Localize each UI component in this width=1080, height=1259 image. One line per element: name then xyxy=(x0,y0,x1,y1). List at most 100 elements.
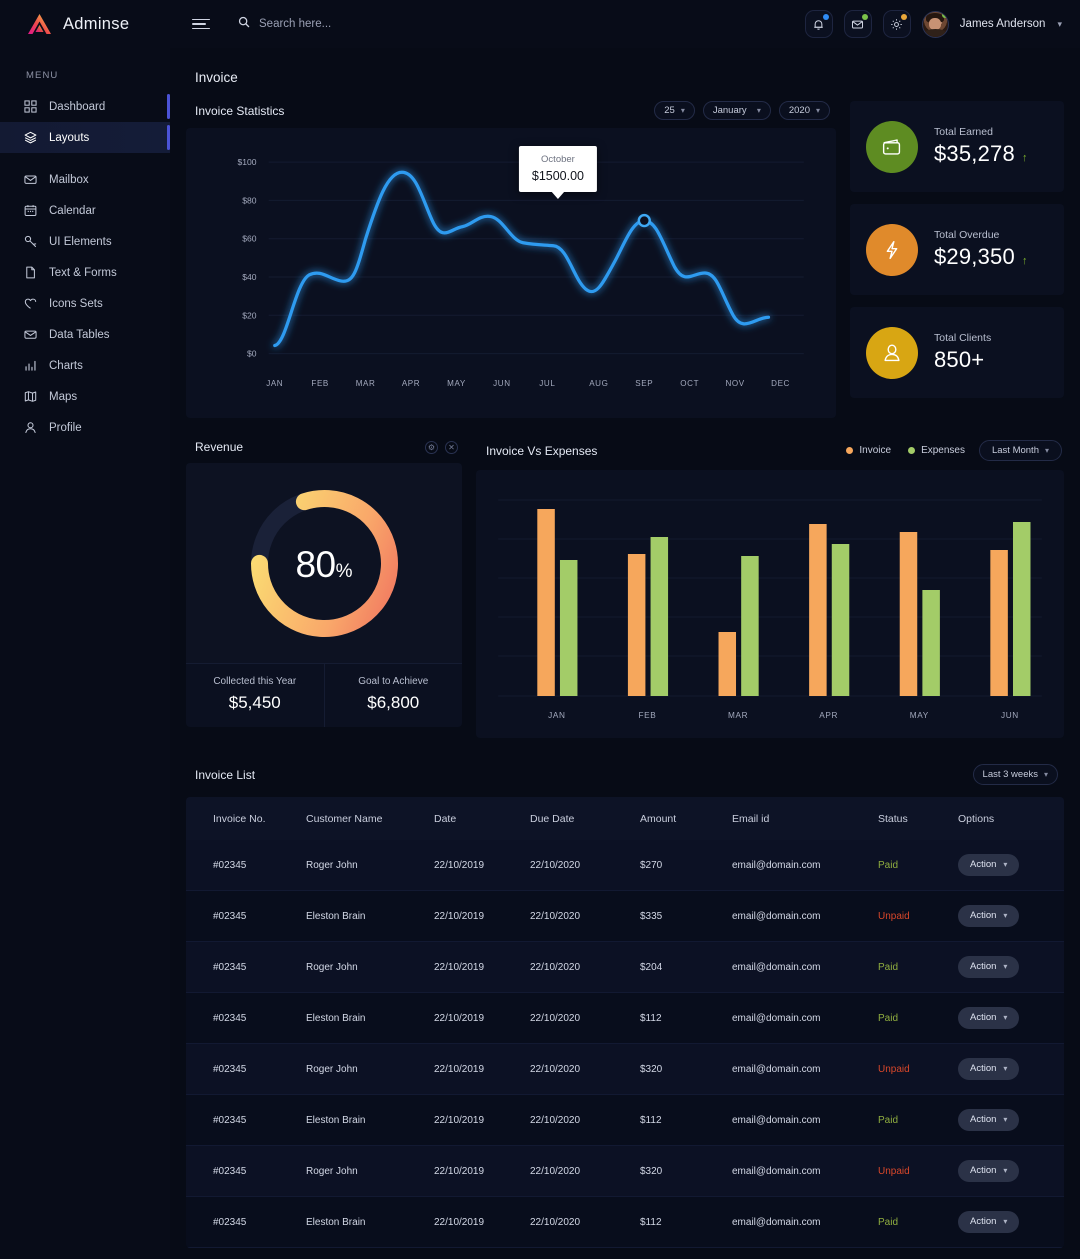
invoice-vs-expenses-section: Invoice Vs Expenses Invoice Expenses xyxy=(476,440,1064,738)
options-cell: Action▾ xyxy=(958,993,1064,1044)
wallet-icon xyxy=(866,121,918,173)
notifications-button[interactable] xyxy=(805,10,833,38)
action-button-label: Action xyxy=(970,1063,996,1074)
revenue-percent-value: 80 xyxy=(295,544,335,586)
sidebar-item-icons-sets[interactable]: Icons Sets xyxy=(0,288,170,319)
kpi-value-wrap: $35,278 ↑ xyxy=(934,141,1028,167)
gear-icon[interactable]: ⚙ xyxy=(425,441,438,454)
content: Invoice Invoice Statistics 25 ▾ January xyxy=(170,48,1080,1259)
row-statistics: Invoice Statistics 25 ▾ January ▾ xyxy=(186,101,1064,418)
revenue-donut-wrap: 80 % xyxy=(186,463,462,663)
customer-name-cell: Eleston Brain xyxy=(306,993,434,1044)
sidebar-item-label: Profile xyxy=(49,422,82,434)
kpi-value-wrap: 850+ xyxy=(934,347,991,373)
action-button[interactable]: Action▾ xyxy=(958,1007,1019,1029)
filter-year[interactable]: 2020 ▾ xyxy=(779,101,830,120)
invoice-list-title: Invoice List xyxy=(195,768,255,782)
svg-text:FEB: FEB xyxy=(311,379,328,388)
filter-count-value: 25 xyxy=(664,105,675,116)
table-row[interactable]: #02345Eleston Brain22/10/201922/10/2020$… xyxy=(186,1095,1064,1146)
svg-text:JUN: JUN xyxy=(493,379,510,388)
table-row[interactable]: #02345Eleston Brain22/10/201922/10/2020$… xyxy=(186,1197,1064,1248)
status-badge: Unpaid xyxy=(878,891,958,942)
sidebar-item-maps[interactable]: Maps xyxy=(0,381,170,412)
avatar[interactable] xyxy=(922,11,949,38)
sidebar-menu-label: MENU xyxy=(0,48,170,91)
user-name[interactable]: James Anderson xyxy=(960,18,1046,30)
filter-last-3-weeks[interactable]: Last 3 weeks ▾ xyxy=(973,764,1058,785)
sidebar-item-mailbox[interactable]: Mailbox xyxy=(0,164,170,195)
brand[interactable]: Adminse xyxy=(0,0,170,48)
kpi-total-earned[interactable]: Total Earned $35,278 ↑ xyxy=(850,101,1064,192)
kpi-total-clients[interactable]: Total Clients 850+ xyxy=(850,307,1064,398)
legend-swatch-expenses xyxy=(908,447,915,454)
sidebar-item-ui-elements[interactable]: UI Elements xyxy=(0,226,170,257)
status-badge: Paid xyxy=(878,1197,958,1248)
sidebar-item-label: Text & Forms xyxy=(49,267,117,279)
table-row[interactable]: #02345Eleston Brain22/10/201922/10/2020$… xyxy=(186,993,1064,1044)
filter-count[interactable]: 25 ▾ xyxy=(654,101,695,120)
action-button[interactable]: Action▾ xyxy=(958,905,1019,927)
filter-last-month[interactable]: Last Month ▾ xyxy=(979,440,1062,461)
sidebar-item-dashboard[interactable]: Dashboard xyxy=(0,91,170,122)
settings-button[interactable] xyxy=(883,10,911,38)
svg-text:APR: APR xyxy=(402,379,420,388)
action-button[interactable]: Action▾ xyxy=(958,1160,1019,1182)
options-cell: Action▾ xyxy=(958,1197,1064,1248)
kpi-total-overdue[interactable]: Total Overdue $29,350 ↑ xyxy=(850,204,1064,295)
email-cell: email@domain.com xyxy=(732,840,878,891)
amount-cell: $112 xyxy=(640,993,732,1044)
sidebar-item-profile[interactable]: Profile xyxy=(0,412,170,443)
table-row[interactable]: #02345Eleston Brain22/10/201922/10/2020$… xyxy=(186,891,1064,942)
table-row[interactable]: #02345Roger John22/10/201922/10/2020$320… xyxy=(186,1044,1064,1095)
customer-name-cell: Eleston Brain xyxy=(306,1095,434,1146)
revenue-title: Revenue xyxy=(195,440,243,454)
kpi-label: Total Overdue xyxy=(934,229,1028,241)
sidebar-item-layouts[interactable]: Layouts xyxy=(0,122,170,153)
person-icon xyxy=(866,327,918,379)
svg-text:$0: $0 xyxy=(247,349,257,359)
action-button[interactable]: Action▾ xyxy=(958,1109,1019,1131)
chevron-down-icon: ▾ xyxy=(816,106,820,115)
date-cell: 22/10/2019 xyxy=(434,1044,530,1095)
sidebar-item-text-forms[interactable]: Text & Forms xyxy=(0,257,170,288)
sidebar-item-label: Calendar xyxy=(49,205,96,217)
action-button[interactable]: Action▾ xyxy=(958,956,1019,978)
action-button[interactable]: Action▾ xyxy=(958,1211,1019,1233)
invoice-no-cell: #02345 xyxy=(186,993,306,1044)
filter-month[interactable]: January ▾ xyxy=(703,101,771,120)
customer-name-cell: Roger John xyxy=(306,1146,434,1197)
svg-text:SEP: SEP xyxy=(635,379,653,388)
revenue-donut-chart: 80 % xyxy=(243,482,406,645)
sidebar-item-charts[interactable]: Charts xyxy=(0,350,170,381)
table-row[interactable]: #02345Roger John22/10/201922/10/2020$270… xyxy=(186,840,1064,891)
table-row[interactable]: #02345Roger John22/10/201922/10/2020$204… xyxy=(186,942,1064,993)
kpi-value: 850+ xyxy=(934,347,984,373)
search-bar[interactable] xyxy=(238,15,479,33)
sidebar-item-calendar[interactable]: Calendar xyxy=(0,195,170,226)
hamburger-icon[interactable] xyxy=(192,19,210,30)
due-date-cell: 22/10/2020 xyxy=(530,1095,640,1146)
amount-cell: $320 xyxy=(640,1146,732,1197)
customer-name-cell: Roger John xyxy=(306,942,434,993)
notification-badge xyxy=(823,14,829,20)
chevron-down-icon[interactable]: ▾ xyxy=(1057,19,1062,30)
invoice-line-chart[interactable]: $100 $80 $60 $40 $20 $0 xyxy=(198,142,824,412)
invoice-vs-expenses-bar-chart[interactable]: JAN FEB MAR APR MAY JUN xyxy=(492,484,1048,730)
amount-cell: $112 xyxy=(640,1095,732,1146)
email-cell: email@domain.com xyxy=(732,1095,878,1146)
revenue-percent: 80 % xyxy=(243,482,406,645)
messages-button[interactable] xyxy=(844,10,872,38)
sidebar-item-label: Maps xyxy=(49,391,77,403)
due-date-cell: 22/10/2020 xyxy=(530,942,640,993)
action-button[interactable]: Action▾ xyxy=(958,1058,1019,1080)
kpi-label: Total Earned xyxy=(934,126,1028,138)
close-icon[interactable]: ✕ xyxy=(445,441,458,454)
action-button[interactable]: Action▾ xyxy=(958,854,1019,876)
table-row[interactable]: #02345Roger John22/10/201922/10/2020$320… xyxy=(186,1146,1064,1197)
sidebar-item-data-tables[interactable]: Data Tables xyxy=(0,319,170,350)
search-input[interactable] xyxy=(259,18,479,30)
options-cell: Action▾ xyxy=(958,840,1064,891)
due-date-cell: 22/10/2020 xyxy=(530,1197,640,1248)
table-icon xyxy=(23,327,38,342)
